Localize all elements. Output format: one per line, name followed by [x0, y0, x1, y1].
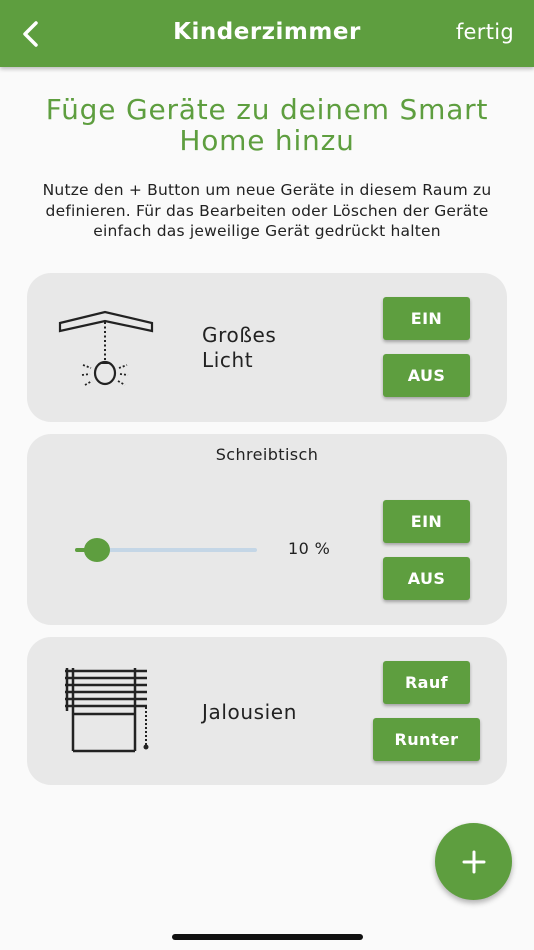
device-name: Schreibtisch: [215, 445, 319, 464]
ceiling-lamp-icon: [57, 309, 157, 395]
blinds-icon: [63, 667, 153, 759]
device-card-schreibtisch[interactable]: Schreibtisch 10 % EIN AUS: [27, 434, 507, 625]
add-device-button[interactable]: [435, 823, 512, 900]
page-title: Kinderzimmer: [173, 19, 361, 45]
app-bar: Kinderzimmer fertig: [0, 0, 534, 67]
slider-thumb[interactable]: [84, 538, 110, 562]
done-button[interactable]: fertig: [456, 20, 514, 44]
down-button[interactable]: Runter: [373, 718, 480, 761]
device-card-grosses-licht[interactable]: Großes Licht EIN AUS: [27, 273, 507, 422]
up-button[interactable]: Rauf: [383, 661, 470, 704]
on-button[interactable]: EIN: [383, 297, 470, 340]
intro-text: Nutze den + Button um neue Geräte in die…: [42, 181, 492, 240]
device-name: Jalousien: [202, 700, 297, 724]
device-name: Großes Licht: [202, 323, 277, 372]
slider-value: 10 %: [288, 539, 331, 558]
off-button[interactable]: AUS: [383, 354, 470, 397]
home-indicator[interactable]: [172, 934, 363, 940]
on-button[interactable]: EIN: [383, 500, 470, 543]
brightness-slider[interactable]: [75, 538, 257, 562]
headline: Füge Geräte zu deinem Smart Home hinzu: [45, 93, 489, 157]
off-button[interactable]: AUS: [383, 557, 470, 600]
device-card-jalousien[interactable]: Jalousien Rauf Runter: [27, 637, 507, 785]
plus-icon: [462, 850, 485, 873]
